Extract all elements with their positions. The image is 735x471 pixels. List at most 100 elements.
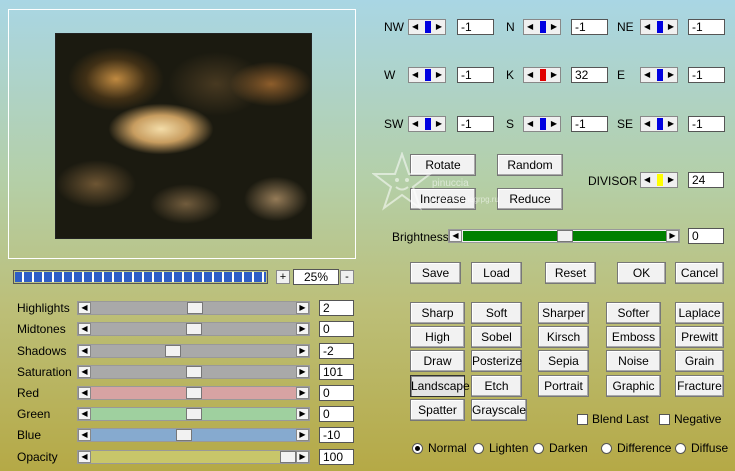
e-field[interactable]: -1	[688, 67, 725, 83]
blend-darken-radio[interactable]	[533, 443, 544, 454]
opacity-slider[interactable]: ◀ ▶	[77, 450, 310, 464]
preset-draw-button[interactable]: Draw	[410, 350, 465, 372]
s-spinner[interactable]: ◀ ▶	[523, 116, 561, 132]
highlights-thumb[interactable]	[187, 302, 203, 314]
left-arrow-icon[interactable]: ◀	[449, 230, 462, 242]
blend-normal-radio[interactable]	[412, 443, 423, 454]
sw-spinner[interactable]: ◀ ▶	[408, 116, 446, 132]
preset-soft-button[interactable]: Soft	[471, 302, 522, 324]
shadows-field[interactable]: -2	[319, 343, 354, 359]
blue-thumb[interactable]	[176, 429, 192, 441]
k-spinner[interactable]: ◀ ▶	[523, 67, 561, 83]
load-button[interactable]: Load	[471, 262, 522, 284]
divisor-spinner[interactable]: ◀ ▶	[640, 172, 678, 188]
cancel-button[interactable]: Cancel	[675, 262, 724, 284]
ne-field[interactable]: -1	[688, 19, 725, 35]
right-arrow-icon[interactable]: ▶	[296, 451, 309, 463]
preset-high-pass-button[interactable]: High Pass	[410, 326, 465, 364]
preset-softer-button[interactable]: Softer	[606, 302, 661, 324]
red-field[interactable]: 0	[319, 385, 354, 401]
saturation-slider[interactable]: ◀ ▶	[77, 365, 310, 379]
preset-portrait-button[interactable]: Portrait	[538, 375, 589, 397]
n-field[interactable]: -1	[571, 19, 608, 35]
preset-grain-button[interactable]: Grain	[675, 350, 724, 372]
saturation-field[interactable]: 101	[319, 364, 354, 380]
right-arrow-icon[interactable]: ▶	[666, 230, 679, 242]
preset-prewitt-button[interactable]: Prewitt	[675, 326, 724, 348]
k-field[interactable]: 32	[571, 67, 608, 83]
n-spinner[interactable]: ◀ ▶	[523, 19, 561, 35]
left-arrow-icon[interactable]: ◀	[78, 451, 91, 463]
blend-last-checkbox[interactable]	[577, 414, 588, 425]
preset-noise-button[interactable]: Noise	[606, 350, 661, 372]
left-arrow-icon[interactable]: ◀	[78, 429, 91, 441]
green-slider[interactable]: ◀ ▶	[77, 407, 310, 421]
right-arrow-icon[interactable]: ▶	[296, 366, 309, 378]
zoom-out-button[interactable]: -	[340, 270, 354, 284]
preset-fracture-button[interactable]: Fracture	[675, 375, 724, 397]
preset-sharper-button[interactable]: Sharper	[538, 302, 589, 324]
increase-button[interactable]: Increase	[410, 188, 476, 210]
se-spinner[interactable]: ◀ ▶	[640, 116, 678, 132]
random-button[interactable]: Random	[497, 154, 563, 176]
preset-sharp-button[interactable]: Sharp	[410, 302, 465, 324]
left-arrow-icon[interactable]: ◀	[78, 302, 91, 314]
left-arrow-icon[interactable]: ◀	[78, 345, 91, 357]
w-field[interactable]: -1	[457, 67, 494, 83]
brightness-field[interactable]: 0	[688, 228, 724, 244]
preset-emboss-button[interactable]: Emboss	[606, 326, 661, 348]
right-arrow-icon[interactable]: ▶	[296, 323, 309, 335]
nw-field[interactable]: -1	[457, 19, 494, 35]
left-arrow-icon[interactable]: ◀	[78, 366, 91, 378]
preset-grayscale-button[interactable]: Grayscale	[471, 399, 527, 421]
red-slider[interactable]: ◀ ▶	[77, 386, 310, 400]
preset-spatter-button[interactable]: Spatter	[410, 399, 465, 421]
midtones-thumb[interactable]	[186, 323, 202, 335]
negative-checkbox[interactable]	[659, 414, 670, 425]
preset-laplace-button[interactable]: Laplace	[675, 302, 724, 324]
shadows-thumb[interactable]	[165, 345, 181, 357]
preset-posterize-button[interactable]: Posterize	[471, 350, 522, 372]
w-spinner[interactable]: ◀ ▶	[408, 67, 446, 83]
right-arrow-icon[interactable]: ▶	[296, 345, 309, 357]
left-arrow-icon[interactable]: ◀	[78, 387, 91, 399]
reset-button[interactable]: Reset	[545, 262, 596, 284]
preset-graphic-button[interactable]: Graphic	[606, 375, 661, 397]
brightness-slider[interactable]: ◀ ▶	[448, 229, 680, 243]
right-arrow-icon[interactable]: ▶	[296, 387, 309, 399]
brightness-thumb[interactable]	[557, 230, 573, 242]
midtones-slider[interactable]: ◀ ▶	[77, 322, 310, 336]
blue-slider[interactable]: ◀ ▶	[77, 428, 310, 442]
ok-button[interactable]: OK	[617, 262, 666, 284]
e-spinner[interactable]: ◀ ▶	[640, 67, 678, 83]
preset-sepia-button[interactable]: Sepia	[538, 350, 589, 372]
highlights-field[interactable]: 2	[319, 300, 354, 316]
left-arrow-icon[interactable]: ◀	[78, 323, 91, 335]
preset-etch-button[interactable]: Etch	[471, 375, 522, 397]
opacity-field[interactable]: 100	[319, 449, 354, 465]
zoom-field[interactable]: 25%	[293, 269, 339, 285]
preset-kirsch-button[interactable]: Kirsch	[538, 326, 589, 348]
divisor-field[interactable]: 24	[688, 172, 724, 188]
preset-sobel-button[interactable]: Sobel	[471, 326, 522, 348]
red-thumb[interactable]	[186, 387, 202, 399]
preset-landscape-button[interactable]: Landscape	[410, 375, 470, 397]
nw-spinner[interactable]: ◀ ▶	[408, 19, 446, 35]
zoom-in-button[interactable]: +	[276, 270, 290, 284]
opacity-thumb[interactable]	[280, 451, 296, 463]
blend-difference-radio[interactable]	[601, 443, 612, 454]
reduce-button[interactable]: Reduce	[497, 188, 563, 210]
save-button[interactable]: Save	[410, 262, 461, 284]
green-thumb[interactable]	[186, 408, 202, 420]
ne-spinner[interactable]: ◀ ▶	[640, 19, 678, 35]
right-arrow-icon[interactable]: ▶	[296, 302, 309, 314]
blend-lighten-radio[interactable]	[473, 443, 484, 454]
right-arrow-icon[interactable]: ▶	[296, 408, 309, 420]
s-field[interactable]: -1	[571, 116, 608, 132]
se-field[interactable]: -1	[688, 116, 725, 132]
rotate-button[interactable]: Rotate	[410, 154, 476, 176]
highlights-slider[interactable]: ◀ ▶	[77, 301, 310, 315]
blue-field[interactable]: -10	[319, 427, 354, 443]
sw-field[interactable]: -1	[457, 116, 494, 132]
shadows-slider[interactable]: ◀ ▶	[77, 344, 310, 358]
